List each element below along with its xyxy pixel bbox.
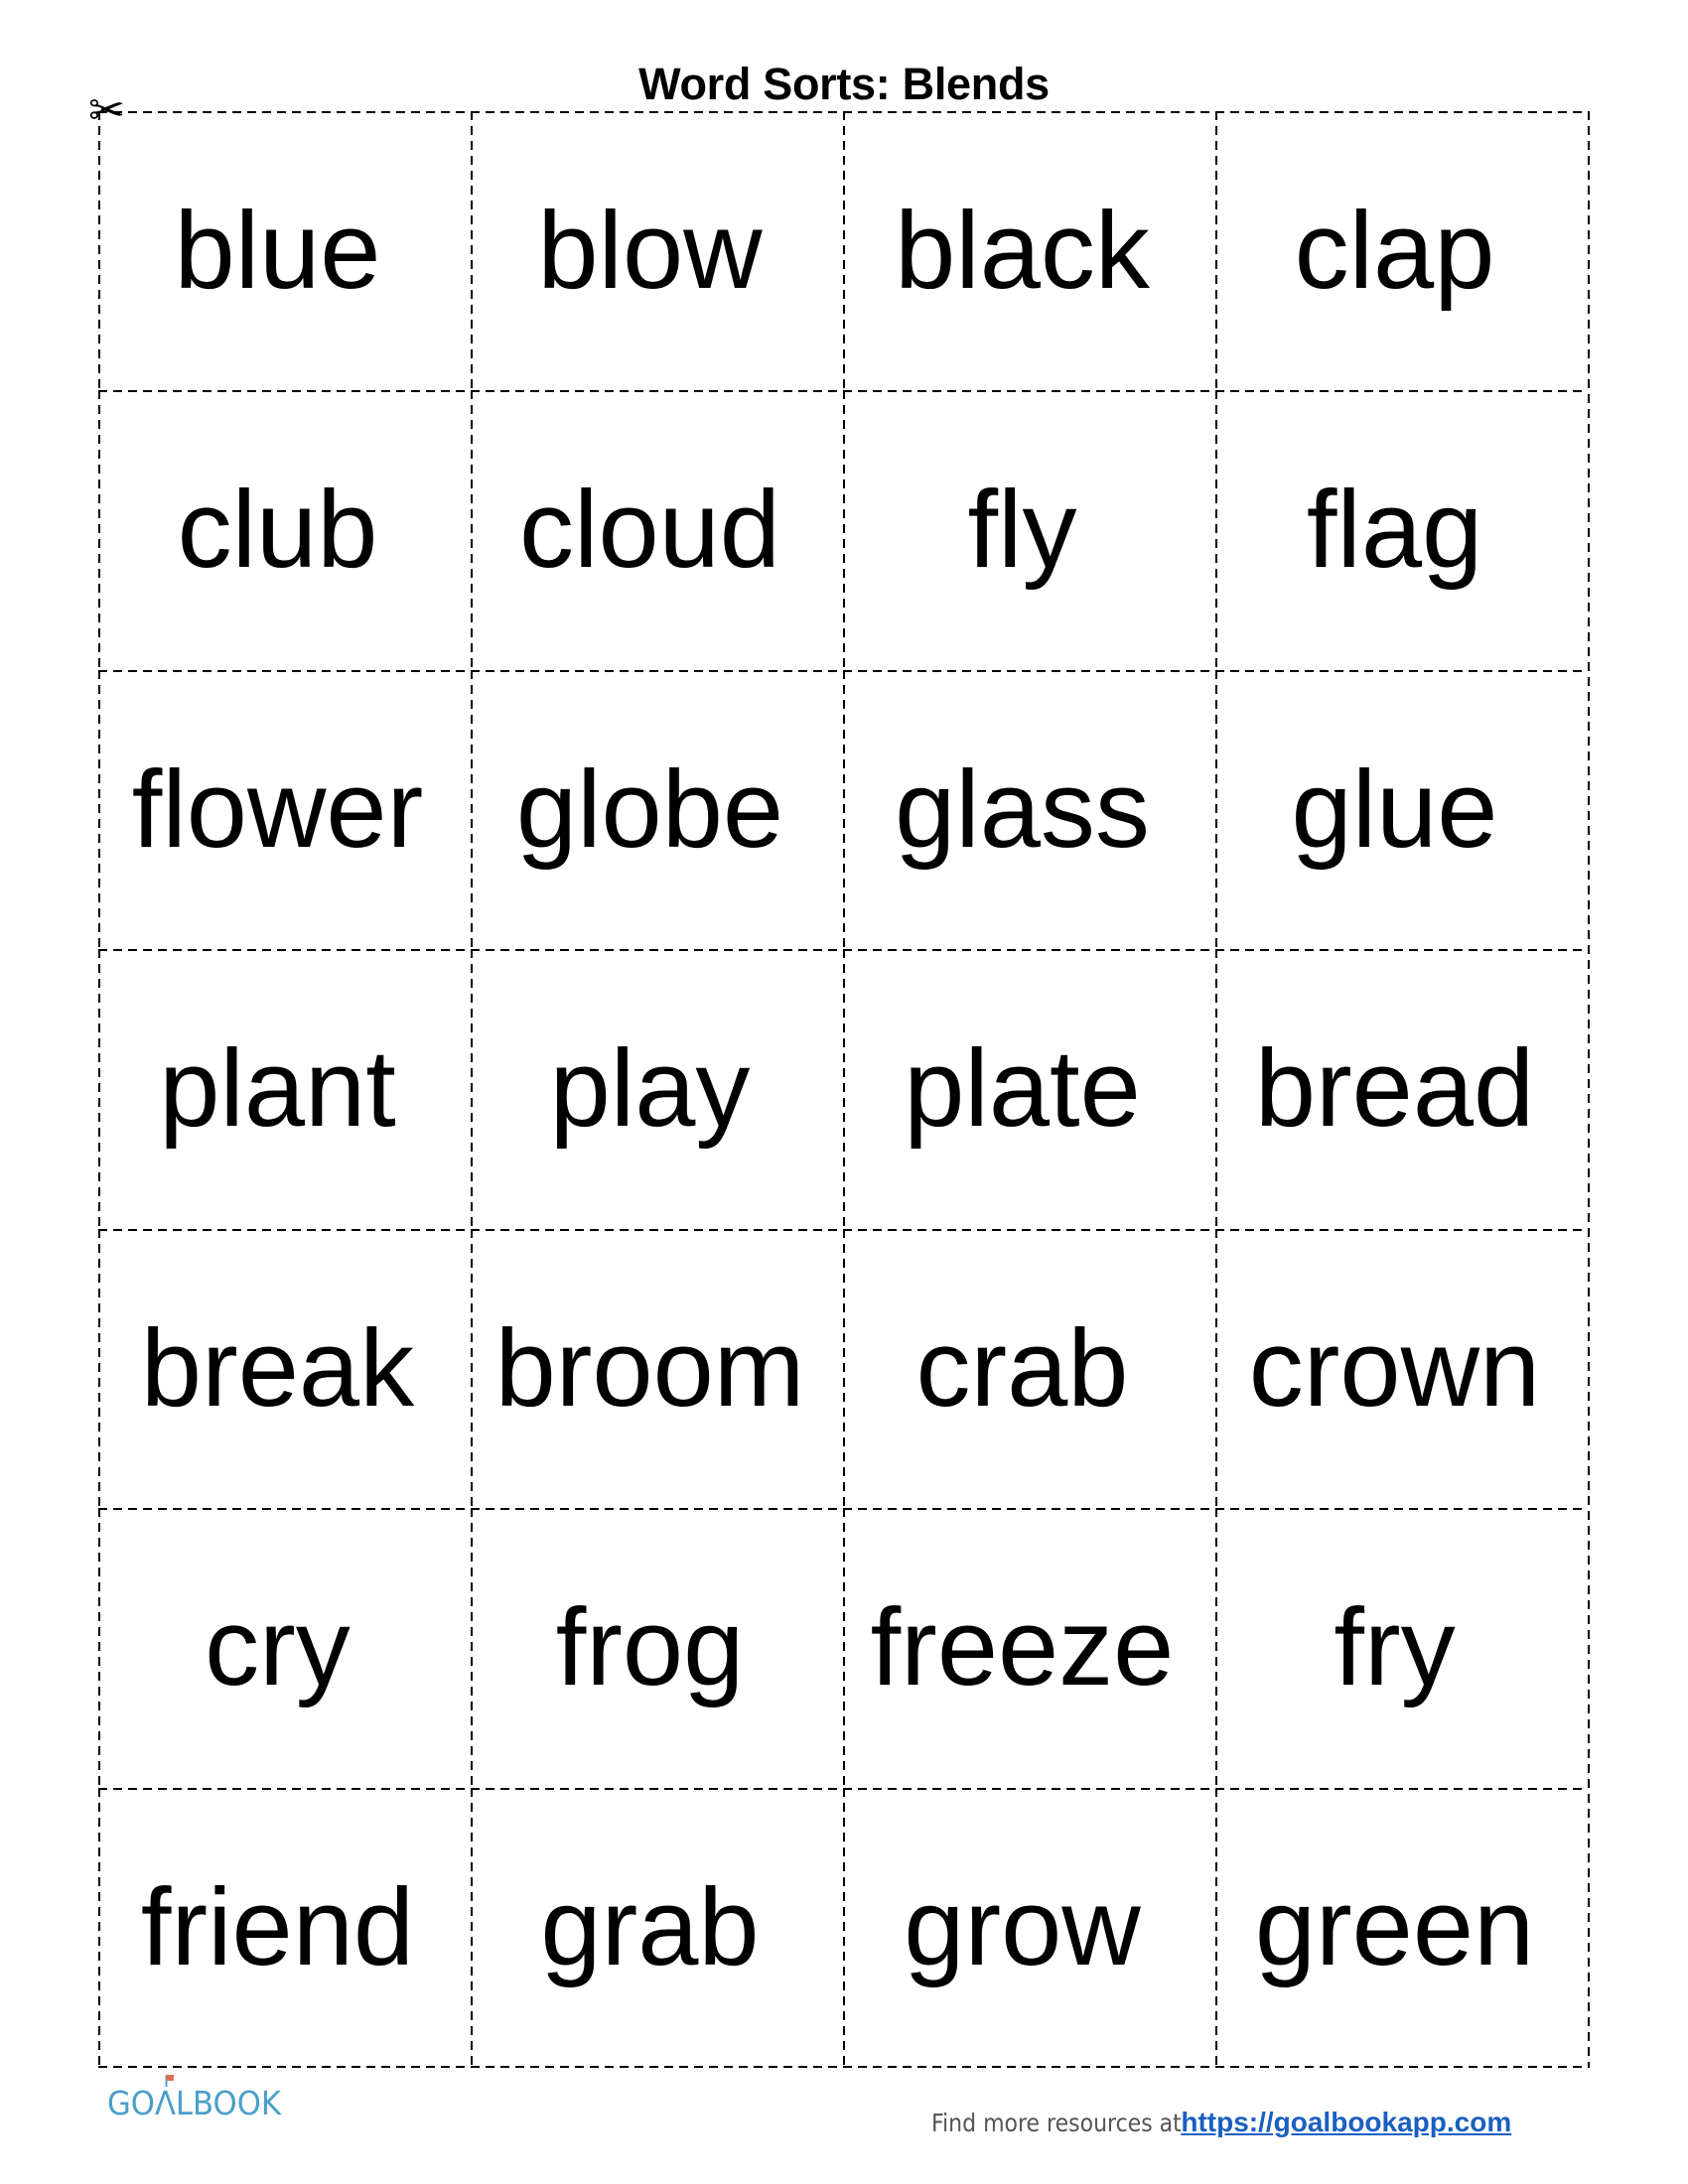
word-card: crab [843, 1228, 1215, 1508]
word-card-text: globe [515, 748, 784, 871]
word-card-text: broom [494, 1306, 805, 1430]
word-card: play [471, 949, 843, 1229]
word-card-text: green [1254, 1865, 1535, 1988]
word-card: glass [843, 669, 1215, 949]
footer-resources: Find more resources at https://goalbooka… [931, 2105, 1511, 2141]
cut-line-right [1588, 111, 1590, 2067]
word-card-text: glass [895, 748, 1150, 871]
word-card: blue [98, 111, 471, 390]
word-card: plant [98, 949, 471, 1229]
logo-flag-letter: Λ [155, 2075, 176, 2120]
word-card: fry [1215, 1508, 1588, 1788]
word-card-text: play [549, 1027, 751, 1151]
word-card: green [1215, 1787, 1588, 2067]
goalbook-link[interactable]: https://goalbookapp.com [1181, 2107, 1511, 2137]
word-card-text: plant [159, 1027, 396, 1151]
word-card-text: crab [915, 1306, 1129, 1430]
word-card-text: fly [967, 469, 1077, 592]
word-card-text: blow [537, 190, 763, 312]
word-card-text: freeze [870, 1586, 1175, 1709]
word-card: fly [843, 390, 1215, 670]
word-card-text: blue [174, 190, 381, 312]
word-card-text: flag [1306, 469, 1483, 592]
word-card: glue [1215, 669, 1588, 949]
word-card: cloud [471, 390, 843, 670]
goalbook-logo: GO ΛLBOOK [107, 2075, 281, 2122]
word-card-text: glue [1291, 748, 1498, 871]
word-card: black [843, 111, 1215, 390]
word-card-text: grow [904, 1865, 1141, 1988]
page-title: Word Sorts: Blends [638, 59, 1050, 109]
logo-text-lbook: LBOOK [175, 2084, 281, 2122]
word-card: blow [471, 111, 843, 390]
word-card: plate [843, 949, 1215, 1229]
word-card-text: flower [131, 748, 424, 871]
word-card: crown [1215, 1228, 1588, 1508]
word-card-text: friend [140, 1865, 415, 1988]
logo-text-go: GO [107, 2084, 155, 2122]
word-card-grid: blue blow black clap club cloud fly flag flower g… [98, 111, 1588, 2067]
word-card: club [98, 390, 471, 670]
word-card-text: plate [904, 1027, 1141, 1151]
word-card-text: cloud [519, 469, 780, 592]
word-card-text: crown [1248, 1306, 1541, 1430]
word-card: cry [98, 1508, 471, 1788]
flag-icon [166, 2075, 174, 2081]
word-card: clap [1215, 111, 1588, 390]
word-card: flag [1215, 390, 1588, 670]
word-card: grow [843, 1787, 1215, 2067]
word-card-text: clap [1294, 190, 1495, 312]
word-card-text: cry [205, 1586, 351, 1709]
word-card-text: frog [555, 1586, 745, 1709]
word-card: frog [471, 1508, 843, 1788]
footer-lead-text: Find more resources at [931, 2109, 1182, 2137]
word-card: bread [1215, 949, 1588, 1229]
word-card: break [98, 1228, 471, 1508]
word-card: broom [471, 1228, 843, 1508]
word-card: freeze [843, 1508, 1215, 1788]
word-card-text: grab [540, 1865, 760, 1988]
cut-line-bottom [98, 2066, 1590, 2068]
word-card-text: fry [1334, 1586, 1456, 1709]
word-card: globe [471, 669, 843, 949]
word-card-text: bread [1254, 1027, 1535, 1151]
word-card-text: break [140, 1306, 415, 1430]
word-card-text: club [177, 469, 378, 592]
word-card: grab [471, 1787, 843, 2067]
word-card-text: black [895, 190, 1150, 312]
word-card: flower [98, 669, 471, 949]
word-card: friend [98, 1787, 471, 2067]
